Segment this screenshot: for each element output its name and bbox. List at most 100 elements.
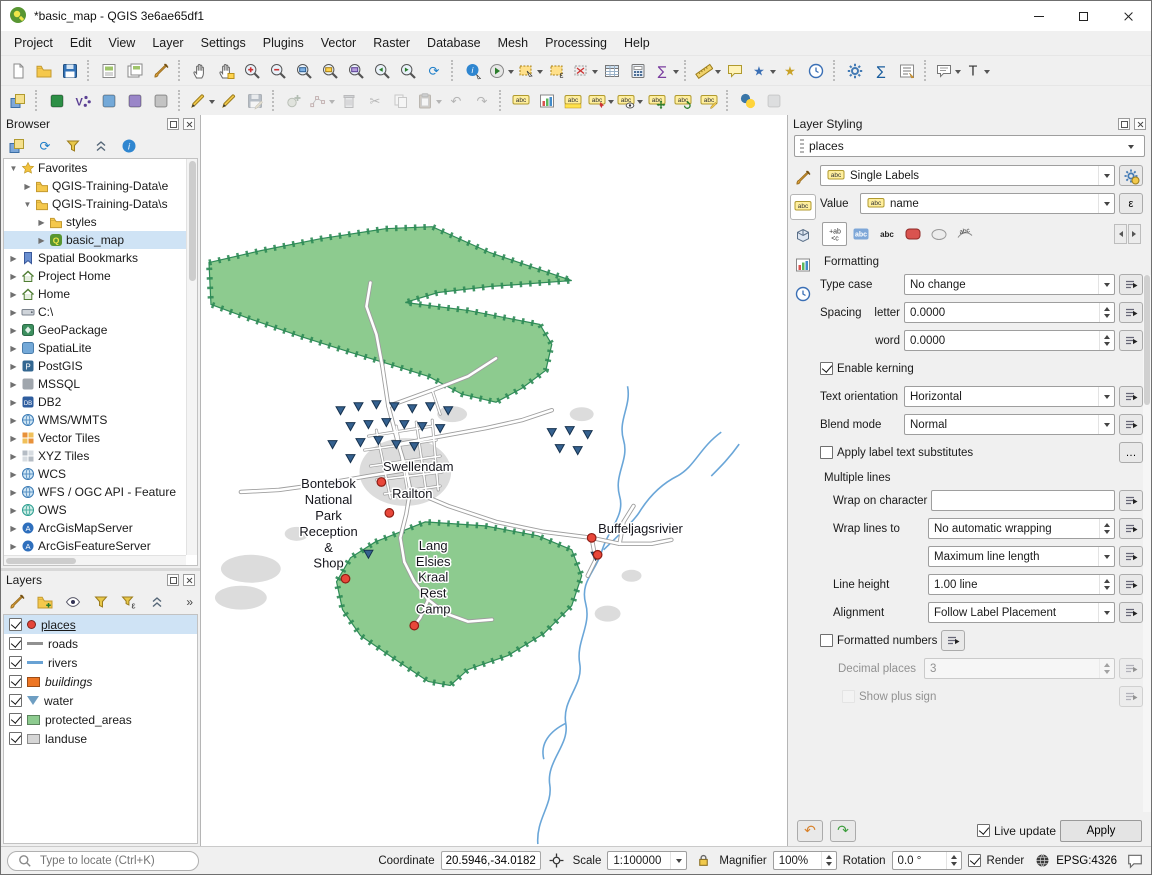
layer-item-rivers[interactable]: rivers bbox=[4, 653, 197, 672]
chevron-right-icon[interactable]: ▶ bbox=[8, 398, 19, 407]
styling-tab-diagrams[interactable] bbox=[790, 252, 816, 278]
processing-toolbox-button[interactable] bbox=[842, 58, 868, 84]
chevron-right-icon[interactable]: ▶ bbox=[8, 326, 19, 335]
browser-item-ows[interactable]: ▶OWS bbox=[4, 501, 197, 519]
wrap-lines-input[interactable]: No automatic wrapping bbox=[928, 518, 1115, 539]
line-height-input[interactable]: 1.00 line bbox=[928, 574, 1115, 595]
tab-background[interactable] bbox=[900, 222, 925, 246]
chevron-down-icon[interactable]: ▼ bbox=[22, 200, 33, 209]
minimize-button[interactable] bbox=[1016, 1, 1061, 31]
panel-overflow-chevron[interactable]: » bbox=[186, 595, 197, 609]
chevron-right-icon[interactable]: ▶ bbox=[8, 524, 19, 533]
type-case-data-defined-button[interactable] bbox=[1119, 274, 1143, 295]
chevron-right-icon[interactable]: ▶ bbox=[8, 434, 19, 443]
menu-mesh[interactable]: Mesh bbox=[490, 33, 537, 53]
layer-visibility-checkbox[interactable] bbox=[9, 713, 22, 726]
mouse-position-icon[interactable] bbox=[547, 851, 567, 871]
layer-visibility-checkbox[interactable] bbox=[9, 732, 22, 745]
layer-labeling-options-button[interactable]: abc bbox=[508, 88, 534, 114]
magnifier-input[interactable]: 100% bbox=[773, 851, 837, 870]
styling-layer-select[interactable]: places bbox=[794, 135, 1145, 157]
styling-tab-labels[interactable]: abc bbox=[790, 194, 816, 220]
run-feature-action-button[interactable] bbox=[486, 58, 515, 84]
rotate-label-button[interactable]: abc bbox=[670, 88, 696, 114]
alignment-select[interactable]: Follow Label Placement bbox=[928, 602, 1115, 623]
statistics-panel-button[interactable]: ∑ bbox=[868, 58, 894, 84]
new-temporary-scratch-layer-button[interactable] bbox=[148, 88, 174, 114]
close-panel-button[interactable] bbox=[183, 574, 195, 586]
menu-help[interactable]: Help bbox=[616, 33, 658, 53]
new-geopackage-layer-button[interactable] bbox=[44, 88, 70, 114]
move-label-button[interactable]: abc bbox=[644, 88, 670, 114]
refresh-map-button[interactable]: ⟳ bbox=[421, 58, 447, 84]
chevron-down-icon[interactable]: ▼ bbox=[8, 164, 19, 173]
chevron-right-icon[interactable]: ▶ bbox=[36, 218, 47, 227]
substitutes-checkbox[interactable] bbox=[820, 446, 833, 459]
layer-visibility-checkbox[interactable] bbox=[9, 637, 22, 650]
chevron-right-icon[interactable]: ▶ bbox=[36, 236, 47, 245]
crs-button[interactable]: EPSG:4326 bbox=[1030, 851, 1119, 871]
letter-spacing-data-defined-button[interactable] bbox=[1119, 302, 1143, 323]
new-spatialite-layer-button[interactable] bbox=[96, 88, 122, 114]
menu-plugins[interactable]: Plugins bbox=[255, 33, 312, 53]
zoom-to-selection-button[interactable] bbox=[317, 58, 343, 84]
browser-item-postgis[interactable]: ▶PPostGIS bbox=[4, 357, 197, 375]
pan-to-selection-button[interactable] bbox=[213, 58, 239, 84]
show-hide-labels-button[interactable]: abc bbox=[615, 88, 644, 114]
menu-project[interactable]: Project bbox=[6, 33, 61, 53]
layer-item-protected_areas[interactable]: protected_areas bbox=[4, 710, 197, 729]
browser-item-xyz-tiles[interactable]: ▶XYZ Tiles bbox=[4, 447, 197, 465]
menu-vector[interactable]: Vector bbox=[313, 33, 364, 53]
chevron-right-icon[interactable]: ▶ bbox=[8, 308, 19, 317]
show-layout-manager-button[interactable] bbox=[122, 58, 148, 84]
statistical-summary-button[interactable]: ∑ bbox=[651, 58, 680, 84]
layer-visibility-checkbox[interactable] bbox=[9, 618, 22, 631]
max-line-data-defined-button[interactable] bbox=[1119, 546, 1143, 567]
browser-item-arcgisfeatureserver[interactable]: ▶AArcGisFeatureServer bbox=[4, 537, 197, 555]
save-project-button[interactable] bbox=[57, 58, 83, 84]
new-virtual-layer-button[interactable] bbox=[122, 88, 148, 114]
layer-item-landuse[interactable]: landuse bbox=[4, 729, 197, 748]
blend-mode-data-defined-button[interactable] bbox=[1119, 414, 1143, 435]
expand-collapse-all-button[interactable] bbox=[144, 589, 170, 615]
undock-panel-button[interactable] bbox=[1118, 118, 1130, 130]
rotation-input[interactable]: 0.0 ° bbox=[892, 851, 962, 870]
locate-input[interactable] bbox=[40, 855, 191, 867]
type-case-select[interactable]: No change bbox=[904, 274, 1115, 295]
data-source-manager-button[interactable] bbox=[5, 88, 31, 114]
redo-style-button[interactable]: ↷ bbox=[830, 820, 856, 842]
scroll-left-icon[interactable] bbox=[1114, 224, 1127, 244]
current-edits-button[interactable] bbox=[187, 88, 216, 114]
browser-item-favorites[interactable]: ▼Favorites bbox=[4, 159, 197, 177]
browser-item-wms-wmts[interactable]: ▶WMS/WMTS bbox=[4, 411, 197, 429]
tab-formatting[interactable]: +ab<c bbox=[822, 222, 847, 246]
spin-down-icon[interactable] bbox=[1100, 313, 1114, 323]
filter-by-expression-button[interactable]: ε bbox=[116, 589, 142, 615]
spin-down-icon[interactable] bbox=[1100, 585, 1114, 595]
browser-item-qgis-training-data-e[interactable]: ▶QGIS-Training-Data\e bbox=[4, 177, 197, 195]
browser-item-wfs-ogc-api-feature[interactable]: ▶WFS / OGC API - Feature bbox=[4, 483, 197, 501]
letter-spacing-input[interactable]: 0.0000 bbox=[904, 302, 1115, 323]
chevron-right-icon[interactable]: ▶ bbox=[8, 290, 19, 299]
layer-item-water[interactable]: water bbox=[4, 691, 197, 710]
close-panel-button[interactable] bbox=[183, 118, 195, 130]
chevron-right-icon[interactable]: ▶ bbox=[8, 452, 19, 461]
add-group-button[interactable] bbox=[32, 589, 58, 615]
spin-up-icon[interactable] bbox=[1100, 303, 1114, 313]
browser-horizontal-scrollbar[interactable] bbox=[4, 555, 186, 565]
chevron-right-icon[interactable]: ▶ bbox=[8, 362, 19, 371]
identify-features-button[interactable]: i bbox=[460, 58, 486, 84]
spin-up-icon[interactable] bbox=[1100, 519, 1114, 529]
layer-visibility-checkbox[interactable] bbox=[9, 656, 22, 669]
browser-item-geopackage[interactable]: ▶GeoPackage bbox=[4, 321, 197, 339]
spin-down-icon[interactable] bbox=[822, 861, 836, 870]
select-by-expression-button[interactable]: ε bbox=[544, 58, 570, 84]
browser-item-db2[interactable]: ▶DBDB2 bbox=[4, 393, 197, 411]
graphical-modeler-button[interactable] bbox=[894, 58, 920, 84]
menu-processing[interactable]: Processing bbox=[537, 33, 615, 53]
styling-tab-history[interactable] bbox=[790, 281, 816, 307]
zoom-full-extent-button[interactable] bbox=[291, 58, 317, 84]
chevron-right-icon[interactable]: ▶ bbox=[8, 416, 19, 425]
lock-icon[interactable] bbox=[693, 851, 713, 871]
spin-up-icon[interactable] bbox=[822, 852, 836, 861]
